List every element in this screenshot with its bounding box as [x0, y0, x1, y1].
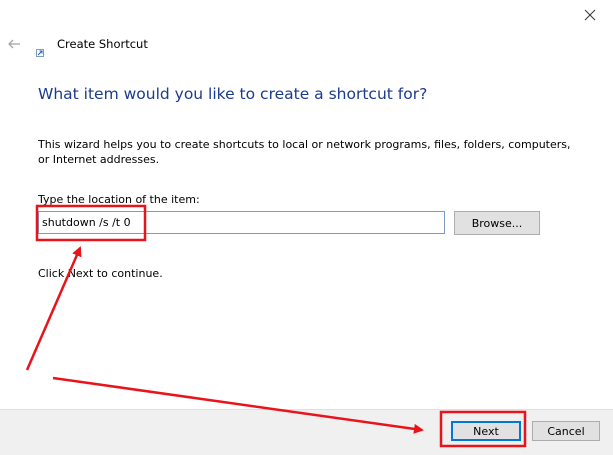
- close-button[interactable]: [580, 5, 600, 25]
- browse-button[interactable]: Browse...: [454, 211, 540, 235]
- cancel-button[interactable]: Cancel: [532, 421, 600, 441]
- location-input[interactable]: [38, 211, 445, 234]
- close-icon: [584, 9, 596, 21]
- back-arrow-icon: [8, 39, 20, 49]
- window-title: Create Shortcut: [57, 37, 148, 51]
- create-shortcut-window: Create Shortcut What item would you like…: [0, 0, 613, 455]
- location-label: Type the location of the item:: [38, 193, 200, 206]
- footer-bar: [0, 409, 613, 455]
- shortcut-icon: [36, 42, 44, 57]
- continue-hint: Click Next to continue.: [38, 267, 163, 280]
- back-button[interactable]: [6, 36, 22, 52]
- next-button[interactable]: Next: [451, 421, 521, 441]
- page-heading: What item would you like to create a sho…: [38, 85, 428, 103]
- wizard-description: This wizard helps you to create shortcut…: [38, 138, 571, 166]
